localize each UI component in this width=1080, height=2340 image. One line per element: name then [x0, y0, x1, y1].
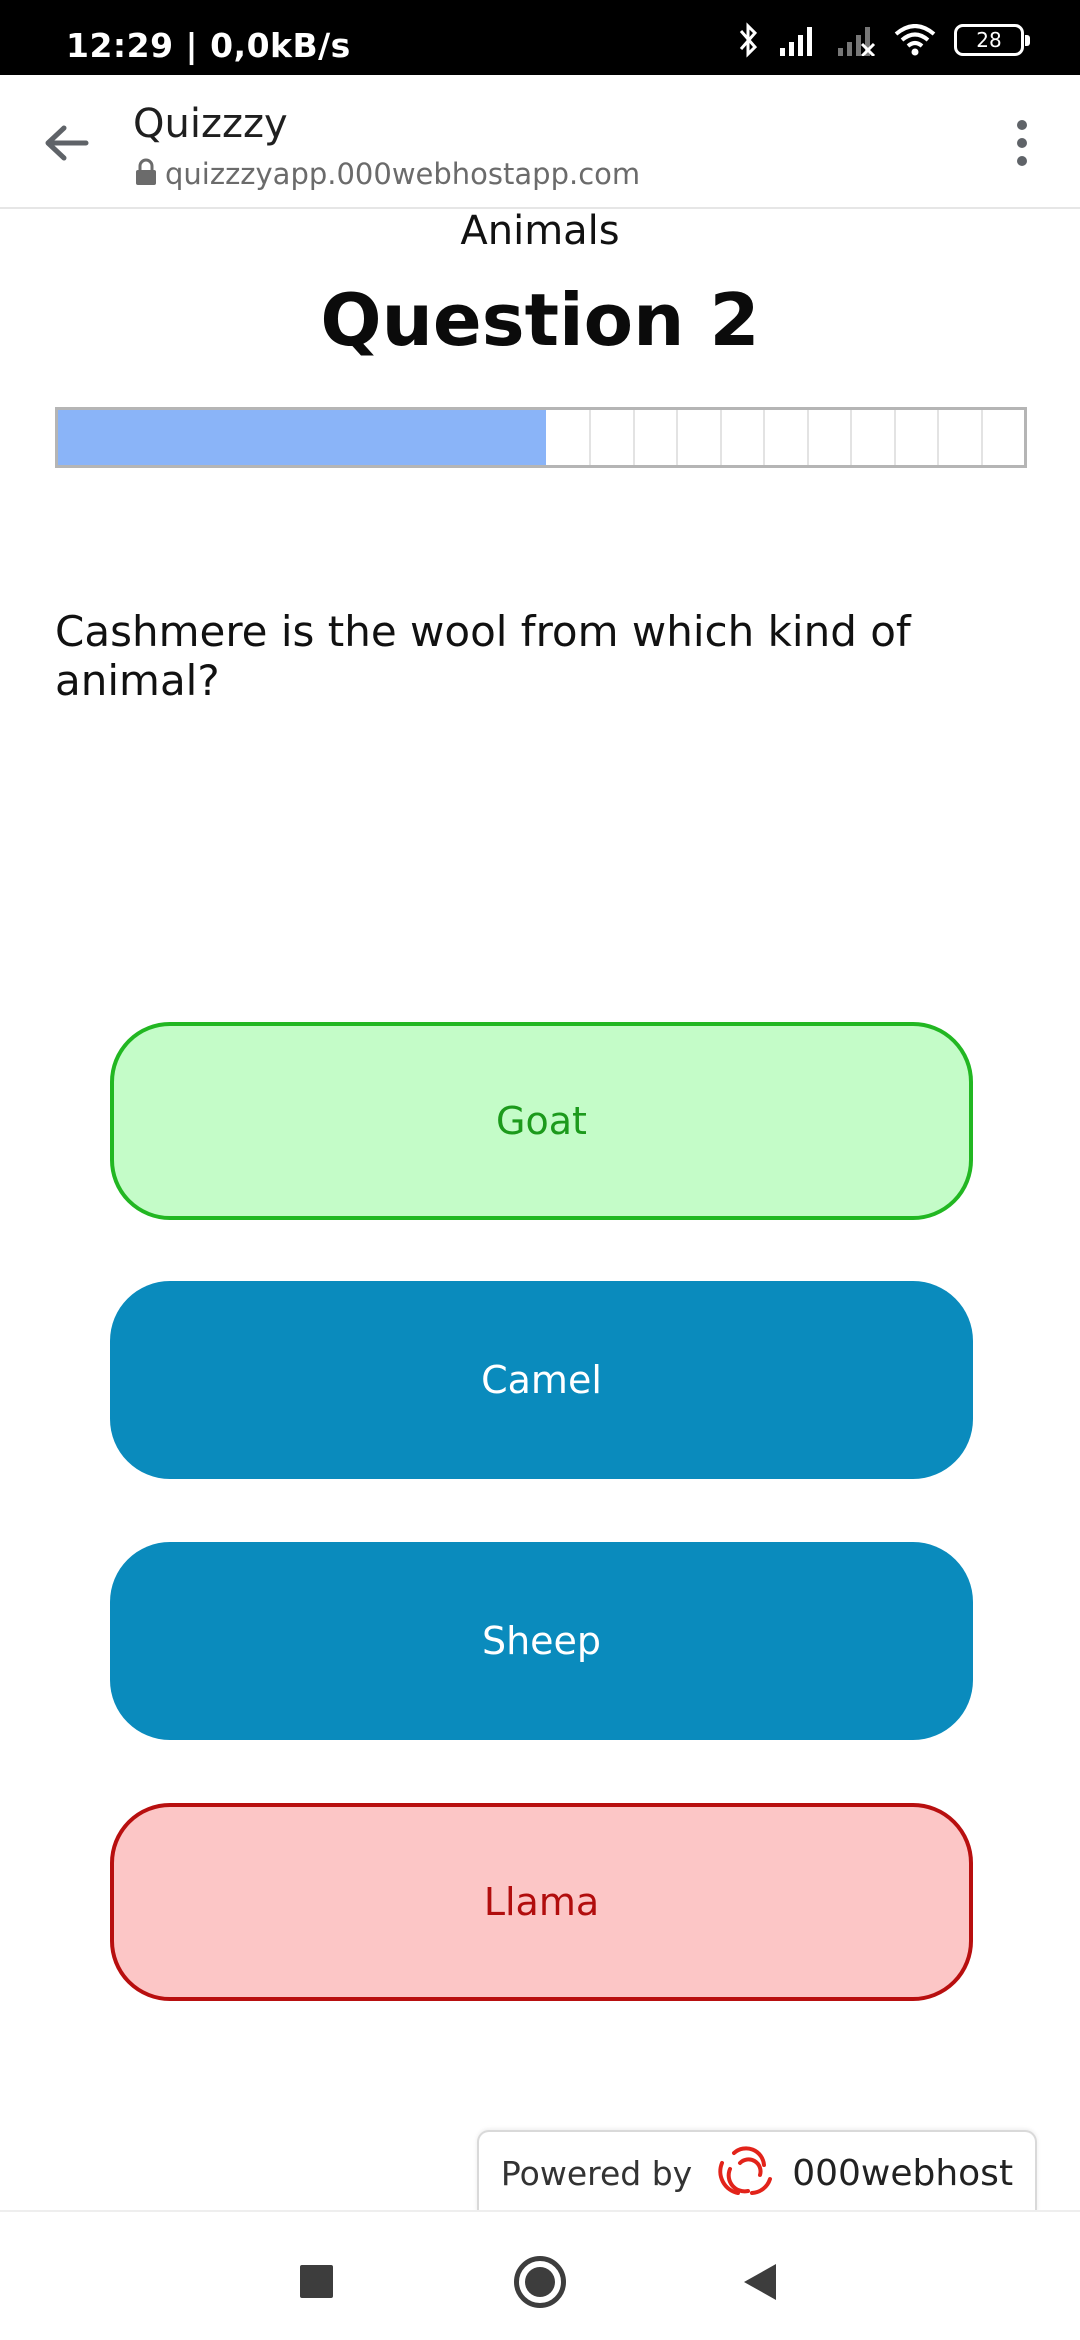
back-button[interactable]	[36, 113, 96, 173]
battery-icon: 28	[954, 24, 1030, 56]
answer-label: Llama	[483, 1880, 600, 1924]
progress-segment-divider	[893, 410, 896, 465]
system-navigation-bar	[0, 2210, 1080, 2340]
signal-icon	[778, 24, 818, 56]
progress-segment-divider	[980, 410, 983, 465]
progress-segment-divider	[850, 410, 853, 465]
progress-segment-divider	[719, 410, 722, 465]
progress-fill	[58, 410, 546, 465]
quiz-category: Animals	[460, 208, 620, 254]
progress-segment-divider	[676, 410, 679, 465]
answer-button-goat[interactable]: Goat	[110, 1022, 973, 1220]
status-time: 12:29 | 0,0kB/s	[66, 26, 351, 65]
powered-by-badge[interactable]: Powered by 000webhost	[477, 2130, 1037, 2214]
url-bar[interactable]: quizzzyapp.000webhostapp.com	[135, 157, 640, 191]
powered-by-text: Powered by	[500, 2153, 693, 2193]
question-number: Question 2	[320, 278, 760, 362]
recent-apps-icon[interactable]	[300, 2265, 333, 2298]
menu-dot	[1017, 138, 1027, 148]
nav-back-icon[interactable]	[742, 2262, 778, 2307]
home-icon-inner	[525, 2267, 555, 2297]
status-bar: 12:29 | 0,0kB/s 28	[0, 0, 1080, 75]
progress-segment-divider	[806, 410, 809, 465]
menu-dot	[1017, 156, 1027, 166]
progress-segment-divider	[589, 410, 592, 465]
page-title: Quizzzy	[133, 101, 288, 147]
progress-bar	[55, 407, 1027, 468]
status-icons: 28	[738, 20, 1030, 60]
answer-label: Camel	[481, 1358, 602, 1402]
answer-label: Goat	[496, 1099, 587, 1143]
answer-label: Sheep	[481, 1619, 602, 1663]
answer-button-camel[interactable]: Camel	[110, 1281, 973, 1479]
webhost-logo-icon	[708, 2143, 776, 2204]
answer-button-sheep[interactable]: Sheep	[110, 1542, 973, 1740]
lock-icon	[135, 158, 157, 191]
question-text: Cashmere is the wool from which kind of …	[55, 607, 911, 705]
powered-by-brand: 000webhost	[792, 2152, 1014, 2194]
home-icon[interactable]	[514, 2256, 566, 2308]
progress-segment-divider	[763, 410, 766, 465]
wifi-icon	[894, 24, 936, 56]
more-vert-icon[interactable]	[992, 113, 1052, 173]
progress-segment-divider	[937, 410, 940, 465]
bluetooth-icon	[738, 22, 760, 58]
progress-segment-divider	[632, 410, 635, 465]
battery-level: 28	[976, 28, 1002, 52]
browser-toolbar: Quizzzy quizzzyapp.000webhostapp.com	[0, 75, 1080, 209]
answer-button-llama[interactable]: Llama	[110, 1803, 973, 2001]
arrow-left-icon	[45, 125, 89, 161]
menu-dot	[1017, 120, 1027, 130]
url-text: quizzzyapp.000webhostapp.com	[165, 157, 641, 191]
signal-off-icon	[836, 24, 876, 56]
